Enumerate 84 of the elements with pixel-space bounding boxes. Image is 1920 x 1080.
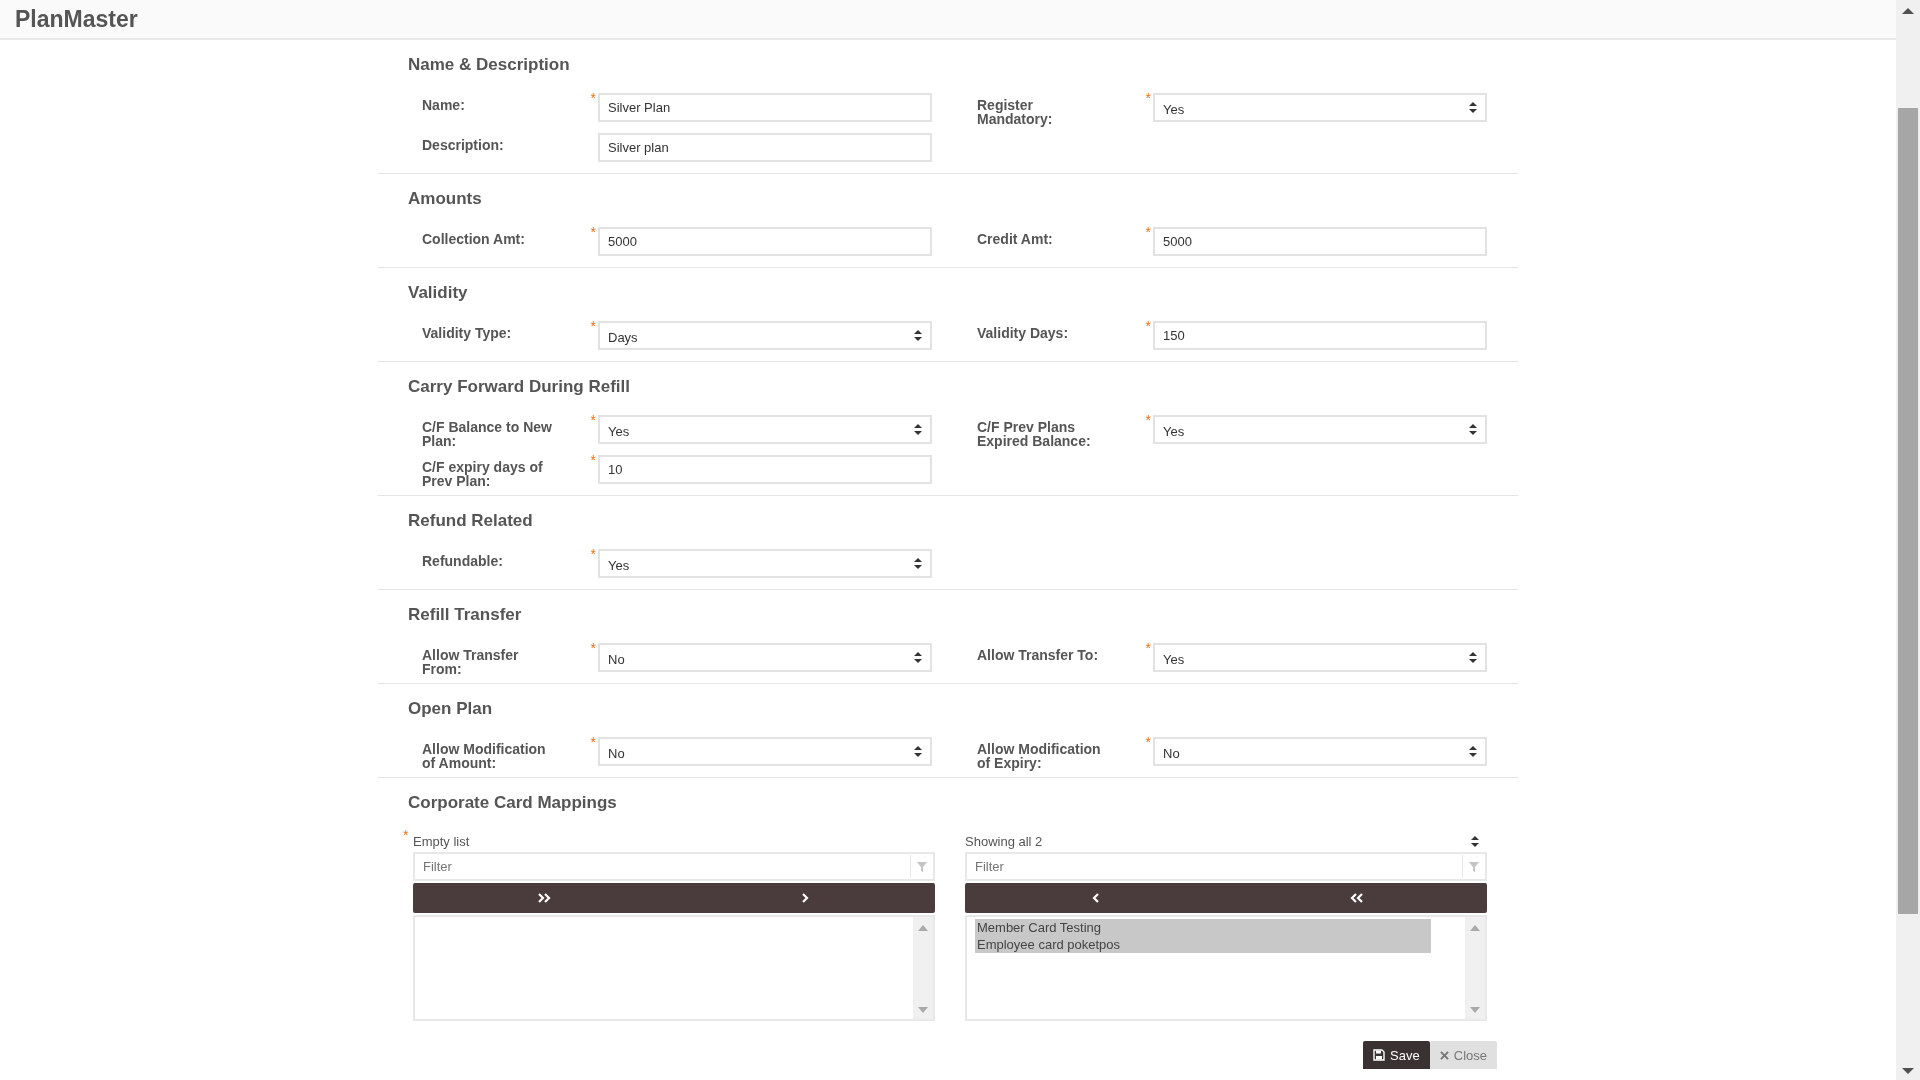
field-label: Allow Transfer From: (422, 646, 520, 676)
section-heading: Refill Transfer (408, 604, 523, 626)
section-heading: Open Plan (408, 698, 494, 720)
scroll-up-icon[interactable] (1902, 8, 1914, 14)
chevron-right-icon (800, 892, 809, 904)
field-label: Allow Modification of Expiry: (977, 740, 1102, 770)
text-field[interactable]: 10 (598, 455, 932, 484)
section-heading: Amounts (408, 188, 483, 210)
chevron-left-icon (1091, 892, 1100, 904)
field-label: C/F Balance to New Plan: (422, 418, 553, 448)
close-button[interactable]: Close (1429, 1041, 1497, 1069)
chevron-double-right-icon (536, 892, 551, 904)
filter-field[interactable]: Filter (413, 852, 935, 881)
updown-icon (1469, 102, 1477, 113)
updown-icon (1469, 652, 1477, 663)
section-heading: Validity (408, 282, 469, 304)
field-label: C/F Prev Plans Expired Balance: (977, 418, 1092, 448)
listbox[interactable]: Member Card Testing Employee card poketpos (965, 915, 1487, 1021)
close-icon (1439, 1050, 1449, 1060)
list-item[interactable]: Employee card poketpos (975, 936, 1431, 953)
required-mark: * (1145, 737, 1152, 747)
updown-icon (914, 424, 922, 435)
dropdown[interactable]: Days (598, 321, 932, 350)
updown-icon (914, 746, 922, 757)
dropdown[interactable]: Yes (1153, 93, 1487, 122)
required-mark: * (403, 830, 409, 840)
required-mark: * (590, 227, 597, 237)
listbox[interactable] (413, 915, 935, 1021)
dropdown[interactable]: Yes (598, 415, 932, 444)
section-heading: Name & Description (408, 54, 571, 76)
required-mark: * (1145, 227, 1152, 237)
dropdown[interactable]: Yes (598, 549, 932, 578)
list-status: Empty list (413, 833, 470, 849)
list-item[interactable]: Member Card Testing (975, 919, 1431, 936)
scrollbar-thumb[interactable] (1898, 108, 1918, 914)
updown-icon (914, 330, 922, 341)
field-label: Allow Transfer To: (977, 646, 1100, 663)
field-label: Validity Days: (977, 324, 1070, 341)
required-mark: * (590, 93, 597, 103)
text-field[interactable]: 5000 (598, 227, 932, 256)
field-label: C/F expiry days of Prev Plan: (422, 458, 544, 488)
required-mark: * (1145, 643, 1152, 653)
text-field[interactable]: Silver plan (598, 133, 932, 162)
required-mark: * (590, 321, 597, 331)
updown-icon (1469, 746, 1477, 757)
text-field[interactable]: 5000 (1153, 227, 1487, 256)
field-label: Collection Amt: (422, 230, 526, 247)
save-button[interactable]: Save (1363, 1041, 1430, 1069)
field-label: Allow Modification of Amount: (422, 740, 547, 770)
field-label: Description: (422, 136, 505, 153)
dropdown[interactable]: Yes (1153, 643, 1487, 672)
updown-icon (914, 652, 922, 663)
filter-icon (917, 861, 927, 872)
field-label: Validity Type: (422, 324, 513, 341)
required-mark: * (590, 643, 597, 653)
dropdown[interactable]: No (598, 643, 932, 672)
required-mark: * (1145, 415, 1152, 425)
required-mark: * (1145, 321, 1152, 331)
filter-field[interactable]: Filter (965, 852, 1487, 881)
field-label: Register Mandatory: (977, 96, 1054, 126)
scroll-down-icon[interactable] (1902, 1068, 1914, 1074)
dropdown[interactable]: No (598, 737, 932, 766)
section-heading: Refund Related (408, 510, 534, 532)
app-title: PlanMaster (15, 5, 138, 33)
required-mark: * (590, 415, 597, 425)
section-heading: Corporate Card Mappings (408, 792, 618, 814)
required-mark: * (590, 549, 597, 559)
field-label: Credit Amt: (977, 230, 1054, 247)
filter-icon (1469, 861, 1479, 872)
text-field[interactable]: 150 (1153, 321, 1487, 350)
updown-icon (914, 558, 922, 569)
dropdown[interactable]: No (1153, 737, 1487, 766)
list-status: Showing all 2 (965, 833, 1043, 849)
required-mark: * (590, 737, 597, 747)
required-mark: * (590, 455, 597, 465)
field-label: Name: (422, 96, 466, 113)
sort-icon[interactable] (1471, 835, 1479, 847)
chevron-double-left-icon (1349, 892, 1364, 904)
dropdown[interactable]: Yes (1153, 415, 1487, 444)
text-field[interactable]: Silver Plan (598, 93, 932, 122)
required-mark: * (1145, 93, 1152, 103)
updown-icon (1469, 424, 1477, 435)
field-label: Refundable: (422, 552, 504, 569)
section-heading: Carry Forward During Refill (408, 376, 631, 398)
